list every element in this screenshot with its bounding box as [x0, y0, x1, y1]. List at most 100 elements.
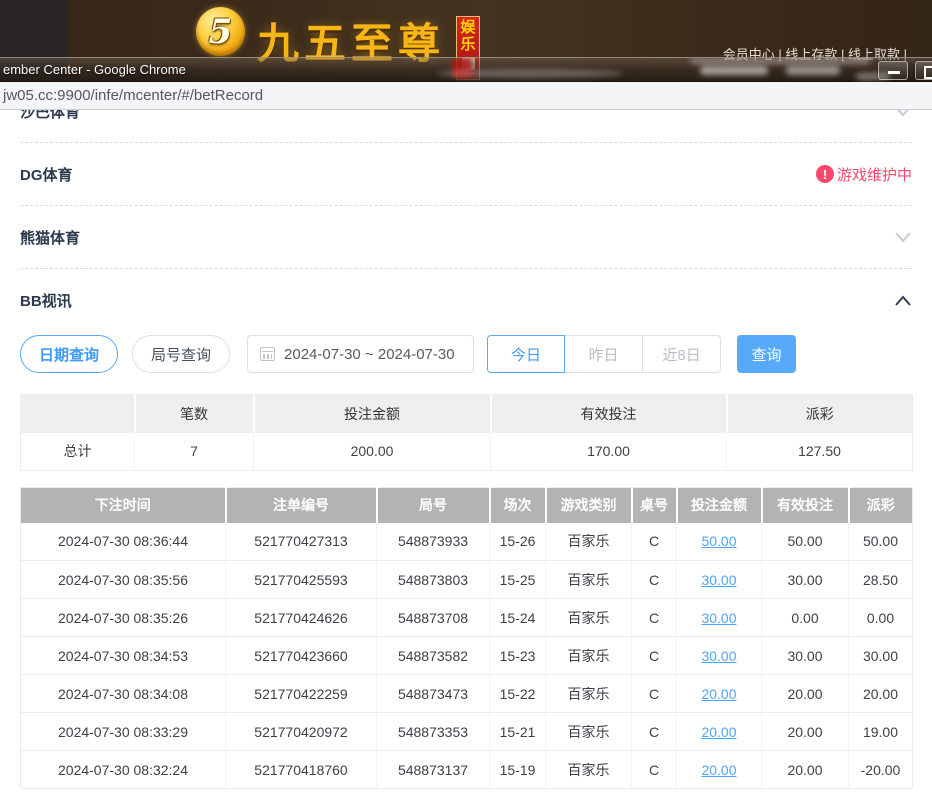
bet-cell: 30.00 [849, 637, 913, 675]
bet-cell: 百家乐 [546, 675, 632, 713]
bet-amount-link[interactable]: 20.00 [701, 686, 736, 702]
bet-table: 下注时间注单编号局号场次游戏类别桌号投注金额有效投注派彩 2024-07-30 … [20, 487, 913, 789]
bet-header-cell: 桌号 [632, 488, 677, 523]
bet-cell: 548873353 [377, 713, 490, 751]
bet-header-cell: 局号 [377, 488, 490, 523]
maintenance-text: 游戏维护中 [837, 164, 912, 185]
bet-table-row: 2024-07-30 08:34:08521770422259548873473… [21, 675, 913, 713]
bet-cell: 30.00 [677, 637, 762, 675]
bet-cell: 20.00 [762, 751, 849, 789]
bet-cell: 15-19 [490, 751, 546, 789]
bet-table-row: 2024-07-30 08:34:53521770423660548873582… [21, 637, 913, 675]
bet-amount-link[interactable]: 30.00 [701, 648, 736, 664]
bet-cell: 548873582 [377, 637, 490, 675]
bet-cell: -20.00 [849, 751, 913, 789]
bet-cell: 30.00 [762, 561, 849, 599]
accordion-label: 沙巴体育 [20, 110, 80, 122]
bet-cell: 百家乐 [546, 561, 632, 599]
summary-cell: 7 [135, 433, 254, 471]
bet-table-row: 2024-07-30 08:33:29521770420972548873353… [21, 713, 913, 751]
accordion-item-panda-sports[interactable]: 熊猫体育 [20, 206, 912, 269]
bet-cell: 20.00 [762, 713, 849, 751]
bet-amount-link[interactable]: 20.00 [701, 762, 736, 778]
bet-table-row: 2024-07-30 08:35:56521770425593548873803… [21, 561, 913, 599]
bet-cell: 15-22 [490, 675, 546, 713]
bet-record-page: 沙巴体育 DG体育 ! 游戏维护中 熊猫体育 [0, 110, 932, 805]
bet-cell: 521770424626 [226, 599, 377, 637]
accordion-item-shaba-sports[interactable]: 沙巴体育 [20, 110, 912, 143]
calendar-icon [260, 347, 275, 361]
bet-header-cell: 派彩 [849, 488, 913, 523]
url-bar[interactable]: jw05.cc:9900/infe/mcenter/#/betRecord [0, 82, 932, 110]
bet-cell: 百家乐 [546, 523, 632, 561]
bet-cell: 20.00 [677, 675, 762, 713]
summary-header-cell: 有效投注 [491, 395, 727, 433]
summary-cell: 170.00 [491, 433, 727, 471]
window-titlebar[interactable]: ember Center - Google Chrome [0, 57, 932, 82]
accordion-label: DG体育 [20, 164, 73, 185]
maximize-button[interactable] [915, 61, 932, 80]
search-button[interactable]: 查询 [737, 335, 796, 373]
bet-cell: 2024-07-30 08:35:26 [21, 599, 226, 637]
accordion-item-bb-video[interactable]: BB视讯 [20, 269, 912, 332]
bet-header-cell: 下注时间 [21, 488, 226, 523]
bet-table-row: 2024-07-30 08:32:24521770418760548873137… [21, 751, 913, 789]
bet-header-cell: 投注金额 [677, 488, 762, 523]
accordion-item-dg-sports[interactable]: DG体育 ! 游戏维护中 [20, 143, 912, 206]
bet-cell: 30.00 [677, 561, 762, 599]
badge-char: 乐 [460, 36, 475, 53]
quick-range-yesterday[interactable]: 昨日 [565, 335, 643, 373]
summary-header-row: 笔数投注金额有效投注派彩 [21, 395, 913, 433]
bet-cell: 15-25 [490, 561, 546, 599]
bet-amount-link[interactable]: 20.00 [701, 724, 736, 740]
summary-cell: 200.00 [254, 433, 491, 471]
bet-header-cell: 游戏类别 [546, 488, 632, 523]
window-title: ember Center - Google Chrome [3, 58, 186, 82]
bet-cell: 28.50 [849, 561, 913, 599]
date-query-tab[interactable]: 日期查询 [20, 335, 118, 373]
summary-header-cell: 投注金额 [254, 395, 491, 433]
filter-row: 日期查询 局号查询 2024-07-30 ~ 2024-07-30 今日 昨日 … [20, 335, 912, 373]
bet-header-cell: 注单编号 [226, 488, 377, 523]
bet-cell: C [632, 637, 677, 675]
summary-total-row: 总计7200.00170.00127.50 [21, 433, 913, 471]
accordion-label: BB视讯 [20, 290, 72, 311]
bet-table-body: 2024-07-30 08:36:44521770427313548873933… [21, 523, 913, 789]
bet-cell: 百家乐 [546, 599, 632, 637]
chevron-up-icon [894, 295, 912, 307]
quick-range-group: 今日 昨日 近8日 [487, 335, 721, 373]
minimize-button[interactable] [878, 61, 908, 80]
bet-cell: 20.00 [677, 713, 762, 751]
summary-cell: 总计 [21, 433, 135, 471]
exclamation-icon: ! [816, 165, 834, 183]
bet-cell: C [632, 713, 677, 751]
brand-coin-number: 5 [209, 12, 233, 52]
bet-cell: 百家乐 [546, 637, 632, 675]
bet-cell: C [632, 599, 677, 637]
bet-amount-link[interactable]: 50.00 [701, 533, 736, 549]
bet-cell: 20.00 [677, 751, 762, 789]
bet-amount-link[interactable]: 30.00 [701, 610, 736, 626]
bet-cell: 百家乐 [546, 713, 632, 751]
bet-amount-link[interactable]: 30.00 [701, 572, 736, 588]
chrome-popup-window: ember Center - Google Chrome jw05.cc:990… [0, 57, 932, 805]
bet-cell: 2024-07-30 08:34:08 [21, 675, 226, 713]
screen: 5 九五至尊 娱 乐 会员中心 | 线上存款 | 线上取款 | ember Ce… [0, 0, 932, 805]
date-range-input[interactable]: 2024-07-30 ~ 2024-07-30 [247, 335, 474, 373]
bet-cell: 548873708 [377, 599, 490, 637]
url-text: jw05.cc:9900/infe/mcenter/#/betRecord [3, 82, 263, 109]
quick-range-8days[interactable]: 近8日 [643, 335, 721, 373]
quick-range-today[interactable]: 今日 [487, 335, 565, 373]
glass-reflection [690, 58, 870, 64]
bet-cell: 0.00 [849, 599, 913, 637]
chevron-down-icon [894, 110, 912, 117]
round-query-tab[interactable]: 局号查询 [132, 335, 230, 373]
bet-cell: 2024-07-30 08:34:53 [21, 637, 226, 675]
bet-cell: 521770420972 [226, 713, 377, 751]
bet-cell: 521770423660 [226, 637, 377, 675]
bet-cell: 19.00 [849, 713, 913, 751]
summary-header-cell: 笔数 [135, 395, 254, 433]
bet-cell: 548873933 [377, 523, 490, 561]
bet-cell: 521770422259 [226, 675, 377, 713]
bet-cell: 2024-07-30 08:35:56 [21, 561, 226, 599]
